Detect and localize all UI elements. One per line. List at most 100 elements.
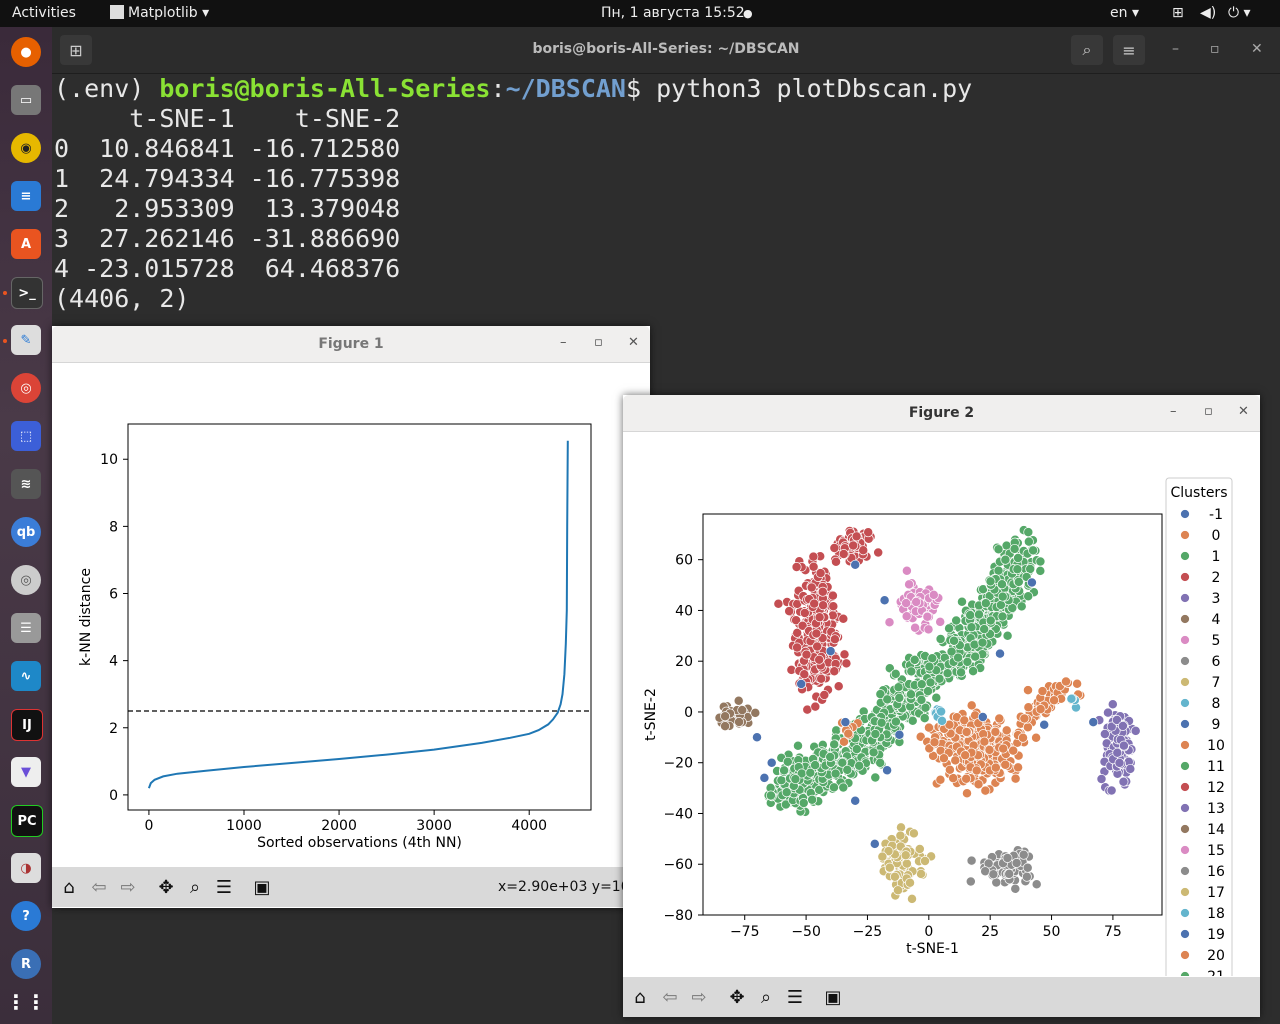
scatter-point	[806, 582, 817, 593]
text-editor-icon[interactable]: ✎	[11, 325, 41, 355]
save-icon[interactable]: ▣	[250, 875, 274, 899]
r-icon[interactable]: R	[11, 949, 41, 979]
clock[interactable]: Пн, 1 августа 15:52	[601, 5, 745, 21]
scatter-point	[901, 611, 912, 622]
close-button[interactable]: ✕	[1251, 41, 1263, 57]
scatter-point	[793, 740, 803, 751]
app-icon[interactable]: ≋	[11, 469, 41, 499]
maximize-button[interactable]: ▫	[1204, 404, 1213, 419]
menu-button[interactable]: ≡	[1113, 35, 1145, 65]
home-icon[interactable]: ⌂	[628, 985, 652, 1009]
y-axis-label: t-SNE-2	[643, 688, 659, 741]
back-icon[interactable]: ⇦	[87, 875, 111, 899]
configure-subplots-icon[interactable]: ☰	[212, 875, 236, 899]
terminal-icon[interactable]: >_	[11, 277, 43, 309]
scatter-point	[984, 744, 995, 755]
pycharm-icon[interactable]: PC	[11, 805, 43, 837]
monitor-icon[interactable]: ∿	[11, 661, 41, 691]
knn-distance-chart[interactable]: 0 1000 2000 3000 4000 0 2 4 6 8 10 Sorted observati…	[52, 363, 650, 866]
scatter-point	[829, 666, 840, 677]
scatter-point	[816, 673, 827, 684]
back-icon[interactable]: ⇦	[658, 985, 682, 1009]
intellij-icon[interactable]: IJ	[11, 709, 43, 741]
configure-subplots-icon[interactable]: ☰	[783, 985, 807, 1009]
close-button[interactable]: ✕	[628, 335, 639, 350]
legend-label: 7	[1212, 675, 1221, 691]
screenshot-icon[interactable]: ⬚	[11, 421, 41, 451]
figure1-titlebar[interactable]: Figure 1 – ▫ ✕	[52, 326, 650, 363]
minimize-button[interactable]: –	[1170, 404, 1177, 419]
scatter-point	[950, 755, 961, 766]
x-tick-label: 0	[144, 818, 153, 834]
activities-button[interactable]: Activities	[12, 5, 76, 21]
scatter-point	[842, 764, 853, 775]
language-menu[interactable]: en ▾	[1110, 5, 1139, 21]
pan-icon[interactable]: ✥	[154, 875, 178, 899]
close-button[interactable]: ✕	[1238, 404, 1249, 419]
figure2-title: Figure 2	[908, 405, 975, 421]
search-button[interactable]: ⌕	[1071, 35, 1103, 65]
figure2-window[interactable]: Figure 2 – ▫ ✕ −75 −50 −25 0 25 50 75 −80 −60 −40…	[623, 395, 1260, 1017]
scatter-point	[737, 705, 748, 716]
app-icon[interactable]: ▼	[11, 757, 41, 787]
y-tick-label: −60	[663, 857, 693, 873]
scatter-point	[1125, 763, 1136, 774]
scatter-point	[828, 601, 839, 612]
scatter-point	[977, 637, 988, 648]
scatter-point	[790, 774, 801, 785]
legend-marker	[1180, 677, 1190, 687]
figure2-titlebar[interactable]: Figure 2 – ▫ ✕	[623, 395, 1260, 432]
power-icon[interactable]: ⏻ ▾	[1228, 5, 1251, 21]
scatter-point	[961, 727, 972, 737]
files-icon[interactable]: ▭	[11, 85, 41, 115]
legend-marker	[1180, 635, 1190, 645]
disc-icon[interactable]: ◎	[11, 565, 41, 595]
scatter-point	[766, 757, 777, 768]
app-menu[interactable]: Matplotlib ▾	[110, 5, 209, 21]
scatter-point	[925, 677, 936, 688]
rhythmbox-icon[interactable]: ◉	[11, 133, 41, 163]
maximize-button[interactable]: ▫	[594, 335, 603, 350]
scatter-point	[869, 838, 880, 849]
scatter-point	[879, 595, 890, 606]
zoom-icon[interactable]: ⌕	[183, 875, 207, 899]
volume-icon[interactable]: ◀)	[1200, 5, 1216, 21]
scatter-point	[815, 568, 826, 579]
scatter-point	[882, 765, 893, 776]
scatter-point	[935, 634, 946, 644]
scatter-point	[841, 658, 852, 669]
save-icon[interactable]: ▣	[821, 985, 845, 1009]
forward-icon[interactable]: ⇨	[687, 985, 711, 1009]
scatter-point	[870, 772, 881, 783]
minimize-button[interactable]: –	[560, 335, 567, 350]
maximize-button[interactable]: ▫	[1210, 41, 1220, 57]
qbittorrent-icon[interactable]: qb	[11, 517, 41, 547]
minimize-button[interactable]: –	[1172, 41, 1179, 57]
zoom-icon[interactable]: ⌕	[754, 985, 778, 1009]
settings-icon[interactable]: ◑	[11, 853, 41, 883]
scatter-point	[931, 692, 942, 703]
home-icon[interactable]: ⌂	[57, 875, 81, 899]
pan-icon[interactable]: ✥	[725, 985, 749, 1009]
scatter-point	[1026, 577, 1037, 588]
figure1-window[interactable]: Figure 1 – ▫ ✕ 0 1000 2000 3000 4000 0 2 4 6 8 10 S…	[52, 326, 650, 908]
chrome-icon[interactable]: ◎	[11, 373, 41, 403]
writer-icon[interactable]: ≡	[11, 181, 41, 211]
software-icon[interactable]: A	[11, 229, 41, 259]
scatter-point	[720, 711, 731, 722]
running-indicator	[3, 339, 7, 343]
database-icon[interactable]: ☰	[11, 613, 41, 643]
terminal-output[interactable]: (.env) boris@boris-All-Series:~/DBSCAN$ …	[54, 74, 972, 314]
legend-marker	[1180, 740, 1190, 750]
show-apps-icon[interactable]: ⋮⋮	[6, 987, 46, 1017]
network-icon[interactable]: ⊞	[1172, 5, 1184, 21]
firefox-icon[interactable]: ●	[11, 37, 41, 67]
forward-icon[interactable]: ⇨	[116, 875, 140, 899]
tsne-cluster-chart[interactable]: −75 −50 −25 0 25 50 75−80−60−40−200204060t-SNE…	[623, 432, 1260, 976]
x-tick-label: 50	[1043, 924, 1061, 940]
coordinate-readout: x=2.90e+03 y=10.	[498, 879, 635, 895]
scatter-point	[908, 828, 919, 839]
help-icon[interactable]: ?	[11, 901, 41, 931]
scatter-point	[808, 551, 819, 562]
prompt-env: (.env)	[54, 74, 160, 103]
